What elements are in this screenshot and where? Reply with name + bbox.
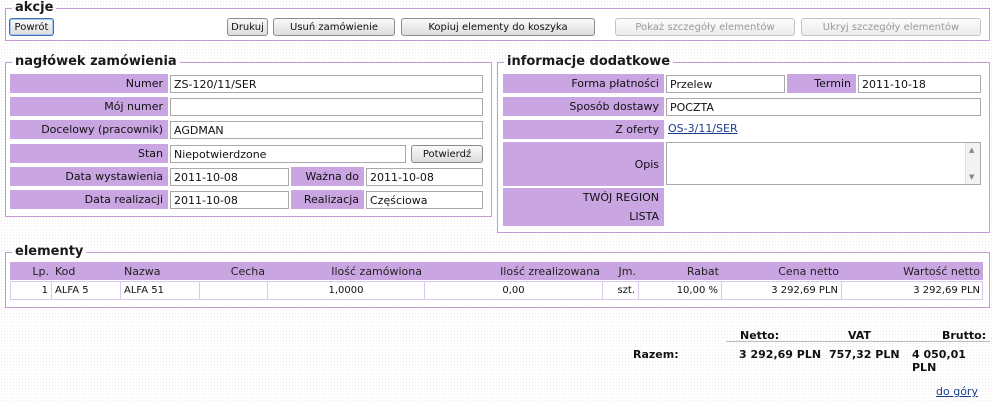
description-textarea[interactable]: ▲ ▼	[666, 142, 981, 185]
issue-date-label: Data wystawienia	[10, 167, 168, 186]
col-cecha: Cecha	[230, 264, 265, 278]
offer-link[interactable]: OS-3/11/SER	[668, 122, 738, 135]
delivery-field[interactable]: POCZTA	[666, 98, 981, 116]
target-field[interactable]: AGDMAN	[170, 121, 483, 139]
cell-realized-qty: 0,00	[425, 281, 603, 300]
payment-field[interactable]: Przelew	[666, 75, 785, 93]
col-realized-qty: Ilość zrealizowana	[500, 264, 600, 278]
status-field[interactable]: Niepotwierdzone	[170, 145, 406, 163]
description-label: Opis	[503, 142, 664, 186]
additional-info-legend: informacje dodatkowe	[507, 54, 671, 69]
scroll-down-icon[interactable]: ▼	[969, 173, 974, 181]
textarea-scrollbar[interactable]: ▲ ▼	[965, 143, 980, 184]
col-unit: Jm.	[618, 264, 636, 278]
gross-total-label: Brutto:	[942, 329, 987, 342]
back-to-top-link[interactable]: do góry	[936, 385, 978, 398]
cell-unit: szt.	[603, 281, 639, 300]
payment-label: Forma płatności	[503, 74, 664, 93]
net-total-value: 3 292,69 PLN	[739, 348, 822, 361]
col-ordered-qty: Ilość zamówiona	[331, 264, 422, 278]
scroll-up-icon[interactable]: ▲	[969, 146, 974, 154]
copy-to-cart-button[interactable]: Kopiuj elementy do koszyka	[401, 18, 595, 36]
valid-until-label: Ważna do	[291, 167, 364, 186]
vat-value: 757,32 PLN	[829, 348, 900, 361]
col-kod: Kod	[55, 264, 76, 278]
number-field[interactable]: ZS-120/11/SER	[170, 75, 483, 93]
col-net-price: Cena netto	[778, 264, 839, 278]
confirm-button[interactable]: Potwierdź	[411, 145, 483, 163]
cell-kod: ALFA 5	[52, 281, 121, 300]
gross-total-value: 4 050,01 PLN	[912, 348, 966, 374]
issue-date-field[interactable]: 2011-10-08	[170, 168, 289, 186]
offer-label: Z oferty	[503, 120, 664, 139]
elements-legend: elementy	[15, 244, 84, 259]
col-lp: Lp.	[32, 264, 49, 278]
my-number-field[interactable]	[170, 98, 483, 116]
back-button[interactable]: Powrót	[9, 18, 54, 36]
cell-nazwa: ALFA 51	[121, 281, 200, 300]
cell-net-value: 3 292,69 PLN	[913, 285, 980, 296]
net-total-label: Netto:	[740, 329, 780, 342]
vat-label: VAT	[848, 329, 871, 342]
hide-details-button[interactable]: Ukryj szczegóły elementów	[801, 18, 981, 36]
list-label: LISTA	[503, 207, 664, 226]
cell-net-price: 3 292,69 PLN	[722, 281, 842, 300]
col-nazwa: Nazwa	[124, 264, 161, 278]
my-number-label: Mój numer	[10, 97, 168, 116]
order-header-legend: nagłówek zamówienia	[15, 54, 177, 69]
term-field[interactable]: 2011-10-18	[858, 75, 981, 93]
col-discount: Rabat	[686, 264, 719, 278]
target-label: Docelowy (pracownik)	[10, 120, 168, 139]
show-details-button[interactable]: Pokaż szczegóły elementów	[615, 18, 795, 36]
realization-field[interactable]: Częściowa	[366, 191, 483, 209]
realization-label: Realizacja	[291, 190, 364, 209]
cell-discount: 10,00 %	[639, 281, 722, 300]
sum-label: Razem:	[633, 348, 679, 361]
delete-order-button[interactable]: Usuń zamówienie	[273, 18, 395, 36]
elements-table: Lp. Kod Nazwa Cecha Ilość zamówiona Iloś…	[10, 262, 983, 301]
table-header-row: Lp. Kod Nazwa Cecha Ilość zamówiona Iloś…	[10, 262, 983, 280]
actions-legend: akcje	[15, 0, 54, 15]
cell-lp: 1	[10, 281, 52, 300]
cell-ordered-qty: 1,0000	[268, 281, 425, 300]
col-net-value: Wartość netto	[903, 264, 980, 278]
realization-date-field[interactable]: 2011-10-08	[170, 191, 289, 209]
realization-date-label: Data realizacji	[10, 190, 168, 209]
cell-cecha	[200, 281, 268, 300]
status-label: Stan	[10, 144, 168, 163]
region-label: TWÓJ REGION	[503, 188, 664, 207]
term-label: Termin	[787, 74, 856, 93]
number-label: Numer	[10, 74, 168, 93]
delivery-label: Sposób dostawy	[503, 97, 664, 116]
print-button[interactable]: Drukuj	[227, 18, 268, 36]
valid-until-field[interactable]: 2011-10-08	[366, 168, 483, 186]
